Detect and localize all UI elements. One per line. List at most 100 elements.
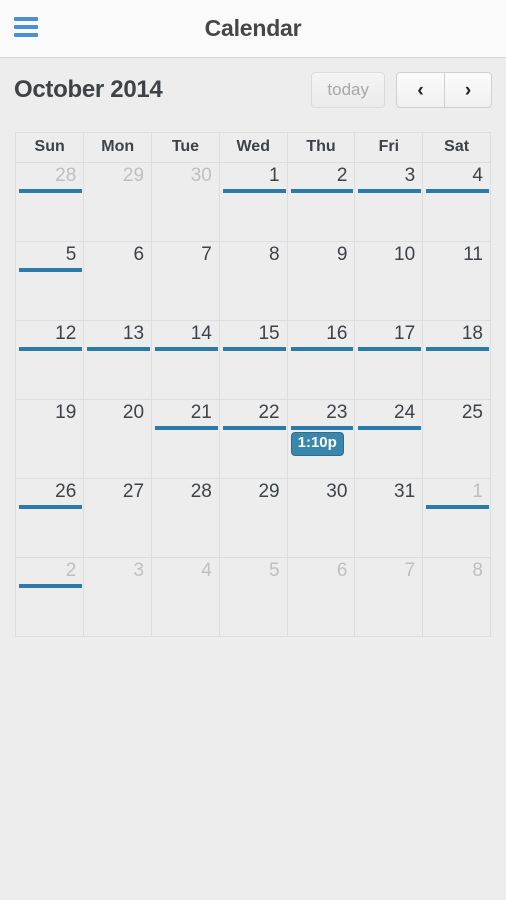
calendar-weeks-body: 28 29 30 1 2 3 4 5 6 7 8 9 10 11 12 13 14 15 16 17 18 19 20 21 2…: [16, 162, 491, 637]
day-marker-bar: [222, 426, 286, 431]
day-number: 19: [55, 401, 77, 423]
calendar-day-cell[interactable]: 5: [219, 557, 288, 637]
day-marker-bar: [358, 426, 422, 431]
day-number: 29: [122, 164, 145, 186]
day-number: 14: [190, 322, 212, 344]
calendar-day-cell[interactable]: 3: [83, 557, 153, 637]
calendar-month-title: October 2014: [14, 76, 163, 103]
calendar-day-cell[interactable]: 29: [219, 478, 288, 558]
hamburger-menu-icon[interactable]: [14, 17, 38, 37]
calendar-day-cell[interactable]: 8: [422, 557, 491, 637]
day-marker-bar: [19, 347, 83, 352]
day-number: 3: [404, 164, 416, 186]
calendar-day-cell[interactable]: 11: [422, 241, 491, 321]
calendar-day-cell[interactable]: 9: [287, 241, 356, 321]
hamburger-bar: [14, 17, 38, 21]
day-number: 26: [55, 480, 77, 502]
day-marker-bar: [426, 189, 489, 194]
weekday-header-tue: Tue: [151, 133, 220, 163]
top-navbar: Calendar: [0, 0, 506, 58]
calendar-week-row: 19 20 21 22 23 1:10p 24 25: [16, 399, 491, 479]
calendar-day-cell[interactable]: 3: [354, 162, 424, 242]
calendar-day-cell[interactable]: 15: [219, 320, 288, 400]
day-number: 10: [394, 243, 416, 265]
calendar-day-cell[interactable]: 23 1:10p: [287, 399, 356, 479]
calendar-day-cell[interactable]: 4: [422, 162, 491, 242]
day-number: 29: [258, 480, 280, 502]
calendar-day-cell[interactable]: 1: [219, 162, 288, 242]
calendar-day-cell[interactable]: 22: [219, 399, 288, 479]
calendar-day-cell[interactable]: 2: [16, 557, 85, 637]
day-number: 4: [472, 164, 483, 186]
day-number: 17: [394, 322, 416, 344]
day-number: 21: [190, 401, 212, 423]
calendar-day-cell[interactable]: 7: [354, 557, 424, 637]
calendar-day-cell[interactable]: 18: [422, 320, 491, 400]
calendar-day-cell[interactable]: 10: [354, 241, 424, 321]
day-marker-bar: [222, 189, 286, 194]
day-number: 5: [269, 559, 280, 581]
calendar-grid-container: Sun Mon Tue Wed Thu Fri Sat 28 29 30 1 2 3 4 5 6 7 8 9 10 1…: [15, 132, 491, 637]
next-month-button[interactable]: ›: [444, 72, 492, 108]
day-number: 1: [269, 164, 280, 186]
calendar-week-row: 28 29 30 1 2 3 4: [16, 162, 491, 242]
calendar-day-cell[interactable]: 25: [422, 399, 491, 479]
calendar-day-cell[interactable]: 14: [151, 320, 220, 400]
calendar-day-cell[interactable]: 17: [354, 320, 424, 400]
calendar-day-cell[interactable]: 2: [287, 162, 356, 242]
calendar-day-cell[interactable]: 4: [151, 557, 220, 637]
calendar-day-cell[interactable]: 12: [16, 320, 85, 400]
calendar-day-cell[interactable]: 6: [83, 241, 153, 321]
day-marker-bar: [222, 347, 286, 352]
day-marker-bar: [358, 189, 422, 194]
calendar-day-cell[interactable]: 24: [354, 399, 424, 479]
day-number: 28: [190, 480, 212, 502]
calendar-day-cell[interactable]: 30: [287, 478, 356, 558]
day-number: 11: [463, 243, 483, 265]
day-marker-bar: [290, 426, 354, 431]
calendar-day-cell[interactable]: 5: [16, 241, 85, 321]
calendar-day-cell[interactable]: 6: [287, 557, 356, 637]
hamburger-bar: [14, 33, 38, 37]
day-number: 31: [394, 480, 416, 502]
calendar-day-cell[interactable]: 28: [16, 162, 85, 242]
day-number: 30: [190, 164, 212, 186]
calendar-day-cell[interactable]: 20: [83, 399, 153, 479]
prev-month-button[interactable]: ‹: [396, 72, 444, 108]
calendar-week-row: 12 13 14 15 16 17 18: [16, 320, 491, 400]
day-number: 23: [326, 401, 348, 423]
calendar-day-cell[interactable]: 7: [151, 241, 220, 321]
day-marker-bar: [87, 347, 151, 352]
weekday-header-mon: Mon: [83, 133, 153, 163]
day-number: 2: [336, 164, 348, 186]
calendar-day-cell[interactable]: 1: [422, 478, 491, 558]
calendar-day-cell[interactable]: 13: [83, 320, 153, 400]
today-button[interactable]: today: [311, 72, 385, 108]
calendar-day-cell[interactable]: 8: [219, 241, 288, 321]
calendar-toolbar: October 2014 today ‹ ›: [0, 58, 506, 122]
calendar-day-cell[interactable]: 28: [151, 478, 220, 558]
hamburger-bar: [14, 25, 38, 29]
calendar-day-cell[interactable]: 29: [83, 162, 153, 242]
day-marker-bar: [426, 347, 489, 352]
calendar-event[interactable]: 1:10p: [290, 432, 344, 456]
day-number: 2: [65, 559, 77, 581]
calendar-week-row: 5 6 7 8 9 10 11: [16, 241, 491, 321]
calendar-day-cell[interactable]: 27: [83, 478, 153, 558]
calendar-day-cell[interactable]: 31: [354, 478, 424, 558]
calendar-day-cell[interactable]: 26: [16, 478, 85, 558]
calendar-day-cell[interactable]: 16: [287, 320, 356, 400]
day-number: 24: [394, 401, 416, 423]
calendar-day-cell[interactable]: 19: [16, 399, 85, 479]
day-number: 25: [461, 401, 483, 423]
day-number: 4: [201, 559, 212, 581]
day-number: 28: [55, 164, 77, 186]
weekday-header-sun: Sun: [16, 133, 85, 163]
calendar-week-row: 26 27 28 29 30 31 1: [16, 478, 491, 558]
weekday-header-thu: Thu: [287, 133, 356, 163]
weekday-header-sat: Sat: [422, 133, 491, 163]
day-marker-bar: [155, 426, 218, 431]
day-marker-bar: [19, 505, 83, 510]
calendar-day-cell[interactable]: 30: [151, 162, 220, 242]
calendar-day-cell[interactable]: 21: [151, 399, 220, 479]
